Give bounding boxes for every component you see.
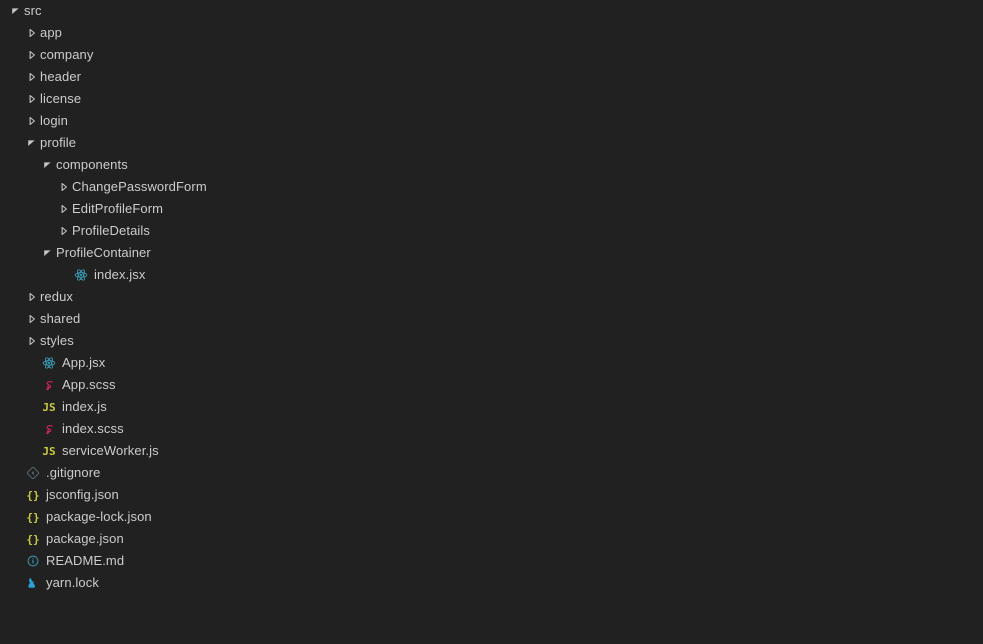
tree-folder-row[interactable]: ProfileContainer: [0, 242, 983, 264]
tree-folder-row[interactable]: shared: [0, 308, 983, 330]
file-name-label: App.jsx: [62, 355, 106, 370]
json-icon: {}: [26, 532, 40, 546]
chevron-right-icon[interactable]: [56, 198, 72, 220]
folder-name-label: src: [24, 3, 42, 18]
chevron-right-icon[interactable]: [24, 66, 40, 88]
tree-folder-row[interactable]: profile: [0, 132, 983, 154]
tree-folder-row[interactable]: login: [0, 110, 983, 132]
tree-file-row[interactable]: .gitignore: [0, 462, 983, 484]
folder-name-label: license: [40, 91, 82, 106]
tree-folder-row[interactable]: company: [0, 44, 983, 66]
react-icon: [40, 352, 58, 374]
tree-file-row[interactable]: App.jsx: [0, 352, 983, 374]
file-name-label: index.js: [62, 399, 107, 414]
folder-name-label: header: [40, 69, 82, 84]
folder-name-label: EditProfileForm: [72, 201, 164, 216]
tree-file-row[interactable]: App.scss: [0, 374, 983, 396]
tree-folder-row[interactable]: ChangePasswordForm: [0, 176, 983, 198]
chevron-down-icon[interactable]: [24, 132, 40, 154]
chevron-right-icon[interactable]: [24, 286, 40, 308]
tree-file-row[interactable]: JS index.js: [0, 396, 983, 418]
tree-file-row[interactable]: index.scss: [0, 418, 983, 440]
chevron-right-icon[interactable]: [56, 220, 72, 242]
file-name-label: jsconfig.json: [46, 487, 119, 502]
file-explorer-tree: src app company header license login profile co…: [0, 0, 983, 644]
chevron-right-icon[interactable]: [24, 22, 40, 44]
tree-folder-row[interactable]: EditProfileForm: [0, 198, 983, 220]
folder-name-label: ProfileDetails: [72, 223, 150, 238]
chevron-right-icon[interactable]: [24, 308, 40, 330]
chevron-right-icon[interactable]: [24, 110, 40, 132]
file-name-label: index.jsx: [94, 267, 146, 282]
tree-folder-row[interactable]: app: [0, 22, 983, 44]
folder-name-label: login: [40, 113, 68, 128]
tree-file-row[interactable]: {} package.json: [0, 528, 983, 550]
folder-name-label: profile: [40, 135, 77, 150]
folder-name-label: styles: [40, 333, 74, 348]
js-icon: JS: [42, 444, 56, 458]
chevron-right-icon[interactable]: [24, 88, 40, 110]
tree-file-row[interactable]: yarn.lock: [0, 572, 983, 594]
file-name-label: index.scss: [62, 421, 124, 436]
file-name-label: App.scss: [62, 377, 116, 392]
chevron-right-icon[interactable]: [56, 176, 72, 198]
git-icon: [24, 462, 42, 484]
sass-icon: [40, 374, 58, 396]
folder-name-label: shared: [40, 311, 81, 326]
file-name-label: package.json: [46, 531, 124, 546]
chevron-right-icon[interactable]: [24, 44, 40, 66]
markdown-icon: [24, 550, 42, 572]
file-name-label: yarn.lock: [46, 575, 99, 590]
folder-name-label: redux: [40, 289, 74, 304]
tree-folder-row[interactable]: header: [0, 66, 983, 88]
file-name-label: serviceWorker.js: [62, 443, 159, 458]
tree-folder-row[interactable]: ProfileDetails: [0, 220, 983, 242]
tree-folder-row[interactable]: styles: [0, 330, 983, 352]
tree-folder-row[interactable]: src: [0, 0, 983, 22]
folder-name-label: app: [40, 25, 62, 40]
yarn-icon: [24, 572, 42, 594]
folder-name-label: components: [56, 157, 128, 172]
chevron-down-icon[interactable]: [40, 242, 56, 264]
chevron-down-icon[interactable]: [8, 0, 24, 22]
tree-folder-row[interactable]: license: [0, 88, 983, 110]
folder-name-label: company: [40, 47, 94, 62]
tree-folder-row[interactable]: components: [0, 154, 983, 176]
tree-file-row[interactable]: README.md: [0, 550, 983, 572]
file-name-label: README.md: [46, 553, 125, 568]
json-icon: {}: [26, 488, 40, 502]
js-icon: JS: [42, 400, 56, 414]
tree-file-row[interactable]: index.jsx: [0, 264, 983, 286]
file-name-label: .gitignore: [46, 465, 101, 480]
tree-file-row[interactable]: {} jsconfig.json: [0, 484, 983, 506]
react-icon: [72, 264, 90, 286]
tree-file-row[interactable]: {} package-lock.json: [0, 506, 983, 528]
chevron-down-icon[interactable]: [40, 154, 56, 176]
folder-name-label: ChangePasswordForm: [72, 179, 207, 194]
chevron-right-icon[interactable]: [24, 330, 40, 352]
file-name-label: package-lock.json: [46, 509, 152, 524]
json-icon: {}: [26, 510, 40, 524]
tree-file-row[interactable]: JS serviceWorker.js: [0, 440, 983, 462]
folder-name-label: ProfileContainer: [56, 245, 151, 260]
sass-icon: [40, 418, 58, 440]
tree-folder-row[interactable]: redux: [0, 286, 983, 308]
